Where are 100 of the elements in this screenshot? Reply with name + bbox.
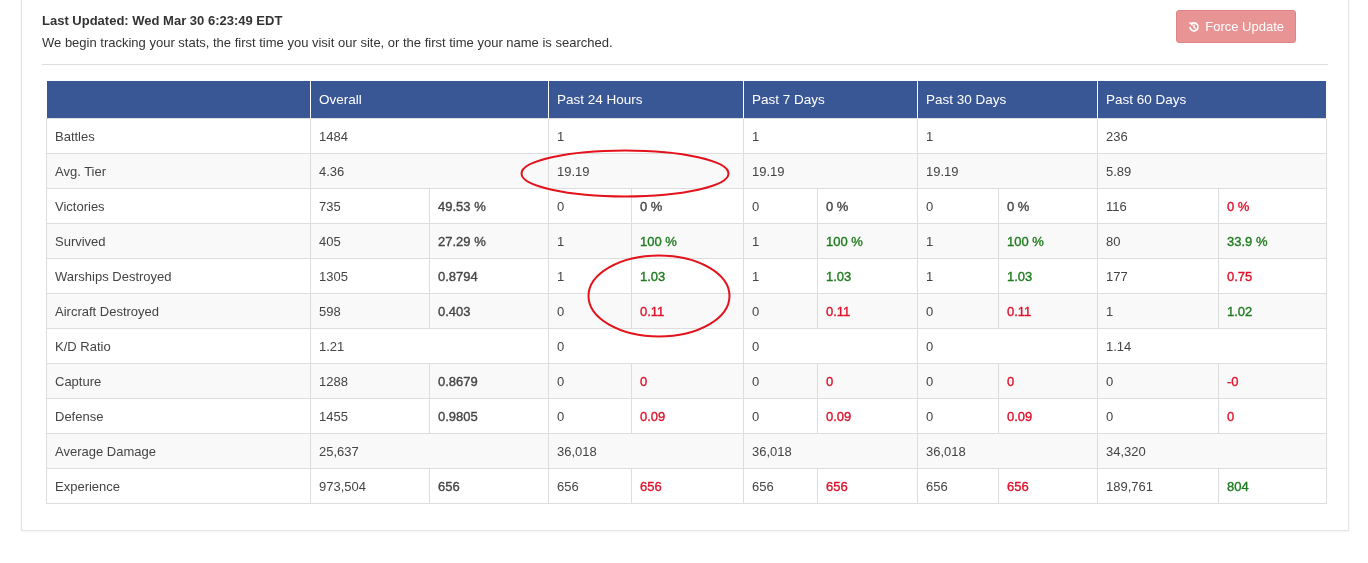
ratio-value: 0 %: [1007, 199, 1030, 213]
table-cell: 19.19: [917, 153, 1098, 189]
table-cell: 0: [548, 328, 744, 364]
table-cell: 0: [1097, 363, 1219, 399]
table-cell: 1: [743, 118, 918, 154]
table-cell: 0: [917, 293, 999, 329]
table-cell: 1.21: [310, 328, 549, 364]
table-cell: 80: [1097, 223, 1219, 259]
ratio-value: 0.8679: [438, 374, 478, 388]
table-cell: 735: [310, 188, 430, 224]
row-label: Warships Destroyed: [46, 258, 311, 294]
last-updated-text: Last Updated: Wed Mar 30 6:23:49 EDT: [42, 13, 284, 28]
ratio-value: 0.09: [1007, 409, 1033, 423]
table-cell: 0: [743, 188, 818, 224]
table-cell: 36,018: [917, 433, 1098, 469]
row-label: Avg. Tier: [46, 153, 311, 189]
table-cell: 116: [1097, 188, 1219, 224]
row-label: Capture: [46, 363, 311, 399]
ratio-value: -0: [1227, 374, 1239, 388]
force-update-button[interactable]: Force Update: [1176, 10, 1296, 43]
table-cell: 25,637: [310, 433, 549, 469]
table-cell: 0: [743, 328, 918, 364]
table-cell: 1: [1097, 293, 1219, 329]
table-cell: 0: [743, 363, 818, 399]
ratio-value: 1.03: [640, 269, 666, 283]
ratio-value: 100 %: [826, 234, 863, 248]
ratio-value: 0: [640, 374, 648, 388]
table-cell: 0: [743, 293, 818, 329]
table-cell: 1: [917, 258, 999, 294]
table-cell: 34,320: [1097, 433, 1327, 469]
table-cell: 1: [548, 223, 632, 259]
ratio-value: 0.09: [640, 409, 666, 423]
table-cell: 656: [917, 468, 999, 504]
ratio-value: 27.29 %: [438, 234, 486, 248]
table-cell: 0: [1097, 398, 1219, 434]
table-cell: 19.19: [743, 153, 918, 189]
table-cell: 1: [917, 118, 1098, 154]
table-cell: 656: [743, 468, 818, 504]
ratio-value: 0.75: [1227, 269, 1253, 283]
ratio-value: 804: [1227, 479, 1249, 493]
column-header: Past 7 Days: [743, 81, 918, 119]
table-cell: 0: [917, 363, 999, 399]
row-label: Battles: [46, 118, 311, 154]
row-label: Victories: [46, 188, 311, 224]
table-cell: 1.14: [1097, 328, 1327, 364]
table-cell: 0: [548, 363, 632, 399]
ratio-value: 0 %: [826, 199, 849, 213]
ratio-value: 0.11: [826, 304, 851, 318]
row-label: Defense: [46, 398, 311, 434]
table-cell: 405: [310, 223, 430, 259]
column-header: Past 24 Hours: [548, 81, 744, 119]
column-header: Overall: [310, 81, 549, 119]
table-cell: 1: [548, 258, 632, 294]
ratio-value: 656: [438, 479, 460, 493]
ratio-value: 49.53 %: [438, 199, 486, 213]
ratio-value: 656: [1007, 479, 1029, 493]
table-cell: 177: [1097, 258, 1219, 294]
ratio-value: 100 %: [1007, 234, 1044, 248]
table-cell: 1: [743, 223, 818, 259]
table-cell: 0: [743, 398, 818, 434]
table-cell: 189,761: [1097, 468, 1219, 504]
ratio-value: 0 %: [640, 199, 663, 213]
ratio-value: 0: [826, 374, 834, 388]
table-cell: 36,018: [743, 433, 918, 469]
table-cell: 1: [743, 258, 818, 294]
ratio-value: 0.09: [826, 409, 852, 423]
ratio-value: 33.9 %: [1227, 234, 1268, 248]
ratio-value: 656: [826, 479, 848, 493]
table-cell: 973,504: [310, 468, 430, 504]
tracking-note: We begin tracking your stats, the first time you visit our site, or the first time your name is searched.: [42, 35, 613, 50]
table-cell: 1: [917, 223, 999, 259]
table-cell: 1455: [310, 398, 430, 434]
table-cell: 1305: [310, 258, 430, 294]
ratio-value: 0.11: [640, 304, 665, 318]
ratio-value: 0: [1227, 409, 1235, 423]
ratio-value: 0.403: [438, 304, 471, 318]
ratio-value: 1.02: [1227, 304, 1253, 318]
table-cell: 598: [310, 293, 430, 329]
row-label: K/D Ratio: [46, 328, 311, 364]
column-header: Past 60 Days: [1097, 81, 1327, 119]
table-cell: 0: [548, 188, 632, 224]
history-icon: [1188, 20, 1201, 33]
table-cell: 0: [548, 398, 632, 434]
row-label: Survived: [46, 223, 311, 259]
table-cell: 1288: [310, 363, 430, 399]
ratio-value: 0: [1007, 374, 1015, 388]
table-cell: 236: [1097, 118, 1327, 154]
table-cell: 0: [917, 328, 1098, 364]
table-cell: 0: [917, 398, 999, 434]
table-cell: 656: [548, 468, 632, 504]
table-cell: 4.36: [310, 153, 549, 189]
ratio-value: 656: [640, 479, 662, 493]
ratio-value: 0.9805: [438, 409, 478, 423]
ratio-value: 0.8794: [438, 269, 478, 283]
ratio-value: 100 %: [640, 234, 677, 248]
ratio-value: 1.03: [826, 269, 852, 283]
table-cell: 36,018: [548, 433, 744, 469]
row-label: Aircraft Destroyed: [46, 293, 311, 329]
ratio-value: 0 %: [1227, 199, 1250, 213]
table-cell: 5.89: [1097, 153, 1327, 189]
